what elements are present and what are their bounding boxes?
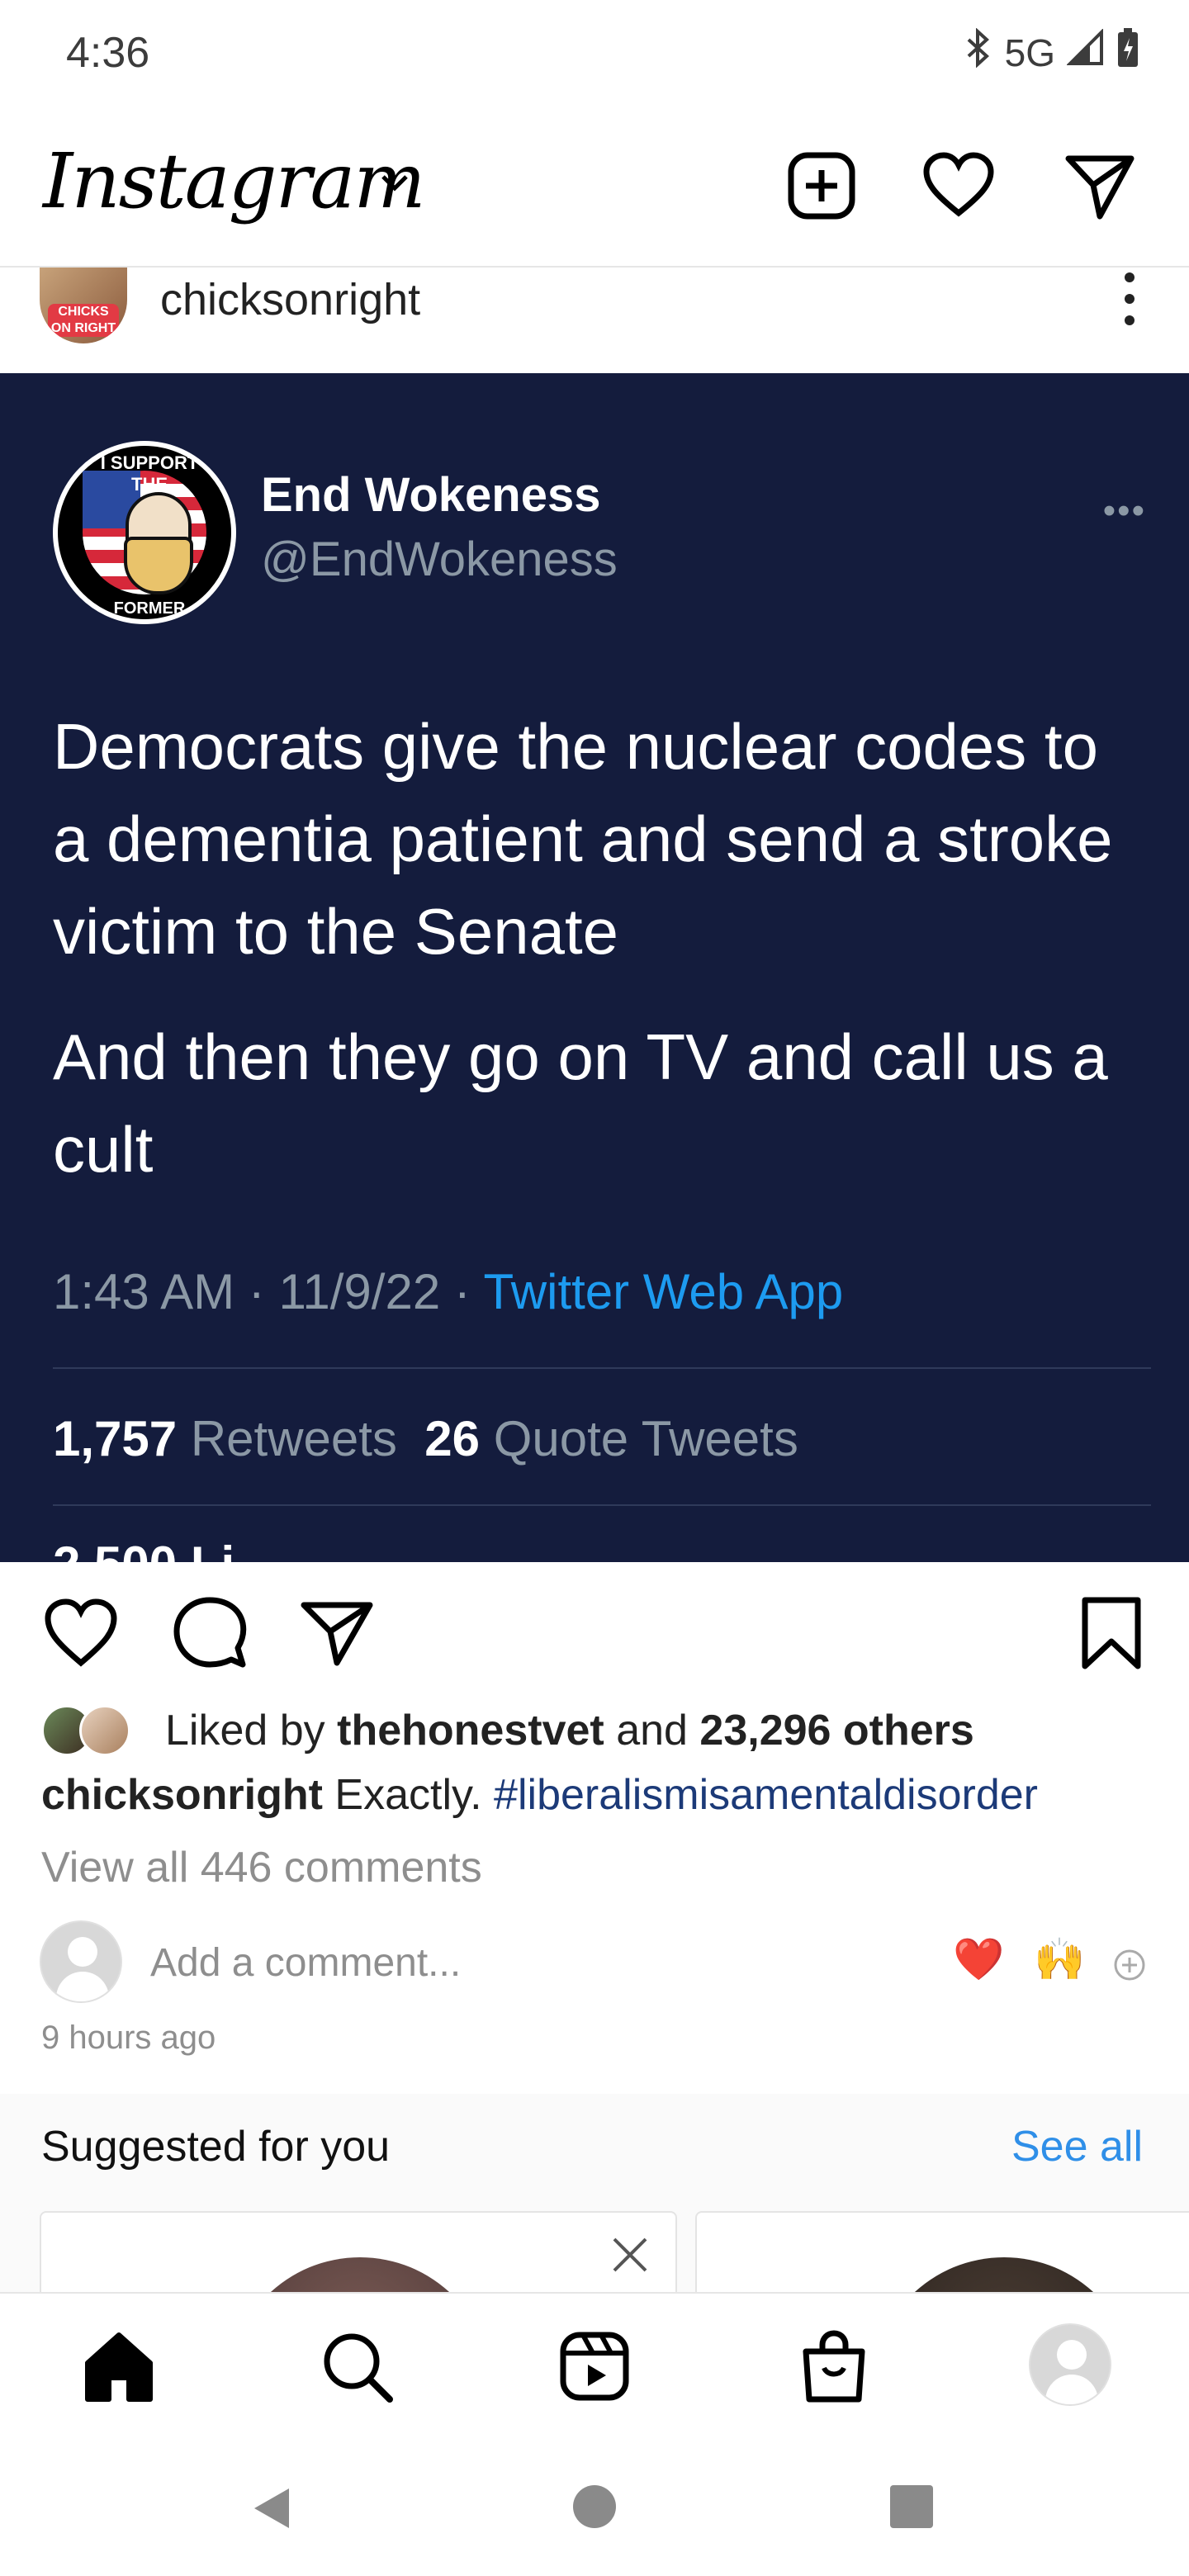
post-header: CHICKS ON RIGHT chicksonright — [0, 268, 1189, 373]
suggested-avatar — [872, 2257, 1136, 2292]
view-all-comments-link[interactable]: View all 446 comments — [41, 1843, 482, 1892]
likes-others[interactable]: 23,296 others — [699, 1706, 973, 1755]
add-comment-row: Add a comment... ❤️ 🙌 — [40, 1920, 1163, 2003]
more-options-icon[interactable] — [1120, 272, 1139, 337]
bottom-nav — [0, 2292, 1189, 2437]
profile-avatar[interactable] — [1029, 2323, 1111, 2406]
retweets-count: 1,757 — [53, 1411, 178, 1466]
user-avatar — [40, 1920, 122, 2003]
comment-icon[interactable] — [170, 1593, 249, 1673]
battery-icon — [1116, 28, 1139, 77]
caption-author[interactable]: chicksonright — [41, 1771, 323, 1819]
likes-middle: and — [616, 1707, 688, 1754]
retweets-label: Retweets — [190, 1411, 397, 1466]
new-post-icon[interactable] — [784, 149, 859, 223]
shop-icon[interactable] — [794, 2327, 874, 2406]
suggested-section: Suggested for you See all — [0, 2094, 1189, 2292]
add-comment-input[interactable]: Add a comment... — [150, 1940, 461, 1986]
post-caption: chicksonright Exactly. #liberalismisamen… — [41, 1770, 1038, 1820]
tweet-avatar: I SUPPORT THE FORMER THINGS — [53, 441, 236, 624]
chevron-down-icon[interactable] — [378, 170, 411, 195]
tweet-display-name: End Wokeness — [261, 468, 601, 522]
bookmark-icon[interactable] — [1072, 1593, 1151, 1673]
tweet-stats: 1,757 Retweets 26 Quote Tweets — [53, 1410, 798, 1467]
suggested-avatar — [228, 2257, 492, 2292]
quotes-label: Quote Tweets — [493, 1411, 798, 1466]
tweet-paragraph-2: And then they go on TV and call us a cul… — [53, 1020, 1108, 1186]
caption-hashtag[interactable]: #liberalismisamentaldisorder — [494, 1771, 1038, 1819]
post-actions — [0, 1562, 1189, 1694]
network-label: 5G — [1004, 31, 1055, 74]
tweet-handle: @EndWokeness — [261, 533, 618, 586]
instagram-logo[interactable]: Instagram — [43, 137, 426, 225]
tweet-likes-cut: 2,500 Li — [53, 1536, 234, 1562]
status-bar: 4:36 5G — [0, 0, 1189, 106]
suggested-card[interactable] — [40, 2211, 677, 2292]
suggested-title: Suggested for you — [41, 2123, 391, 2171]
liked-by-user[interactable]: thehonestvet — [337, 1706, 604, 1755]
search-icon[interactable] — [317, 2327, 396, 2406]
system-nav-bar — [0, 2437, 1189, 2576]
liker-avatars — [41, 1702, 140, 1759]
tweet-app: Twitter Web App — [483, 1264, 844, 1319]
avatar-ring-text-bottom: FORMER THINGS — [113, 599, 186, 619]
status-icons: 5G — [964, 27, 1139, 77]
share-icon[interactable] — [297, 1593, 377, 1673]
heart-emoji-button[interactable]: ❤️ — [953, 1935, 1004, 1984]
see-all-link[interactable]: See all — [1011, 2122, 1143, 2171]
heart-icon[interactable] — [921, 149, 996, 223]
avatar-badge: CHICKS ON RIGHT — [48, 304, 119, 337]
home-button-icon[interactable] — [571, 2484, 618, 2530]
raised-hands-emoji-button[interactable]: 🙌 — [1034, 1935, 1085, 1984]
add-emoji-icon[interactable] — [1113, 1949, 1146, 1982]
suggested-card[interactable] — [695, 2211, 1189, 2292]
signal-icon — [1066, 28, 1105, 76]
author-avatar[interactable]: CHICKS ON RIGHT — [40, 268, 127, 343]
likes-prefix: Liked by — [165, 1707, 325, 1754]
tweet-time: 1:43 AM · 11/9/22 · — [53, 1264, 484, 1319]
post-timestamp: 9 hours ago — [41, 2020, 216, 2056]
back-icon[interactable] — [248, 2484, 297, 2533]
bluetooth-icon — [964, 27, 993, 77]
tweet-meta: 1:43 AM · 11/9/22 · Twitter Web App — [53, 1263, 843, 1320]
status-time: 4:36 — [66, 29, 150, 77]
like-heart-icon[interactable] — [41, 1593, 121, 1673]
tweet-more-icon: ••• — [1102, 490, 1146, 531]
caption-text: Exactly. — [322, 1771, 495, 1819]
app-header: Instagram — [0, 106, 1189, 268]
direct-message-icon[interactable] — [1062, 149, 1136, 223]
home-icon[interactable] — [79, 2327, 159, 2406]
quotes-count: 26 — [424, 1411, 481, 1466]
tweet-divider — [53, 1367, 1151, 1369]
tweet-paragraph-1: Democrats give the nuclear codes to a de… — [53, 710, 1113, 968]
recents-icon[interactable] — [888, 2484, 935, 2530]
post-author-name[interactable]: chicksonright — [160, 274, 420, 325]
tweet-divider — [53, 1504, 1151, 1506]
likes-row[interactable]: Liked by thehonestvet and 23,296 others — [41, 1698, 974, 1764]
post-image-tweet[interactable]: I SUPPORT THE FORMER THINGS End Wokeness… — [0, 373, 1189, 1562]
close-icon[interactable] — [609, 2234, 651, 2275]
reels-icon[interactable] — [555, 2327, 634, 2406]
avatar-ring-text-top: I SUPPORT THE — [100, 452, 199, 495]
